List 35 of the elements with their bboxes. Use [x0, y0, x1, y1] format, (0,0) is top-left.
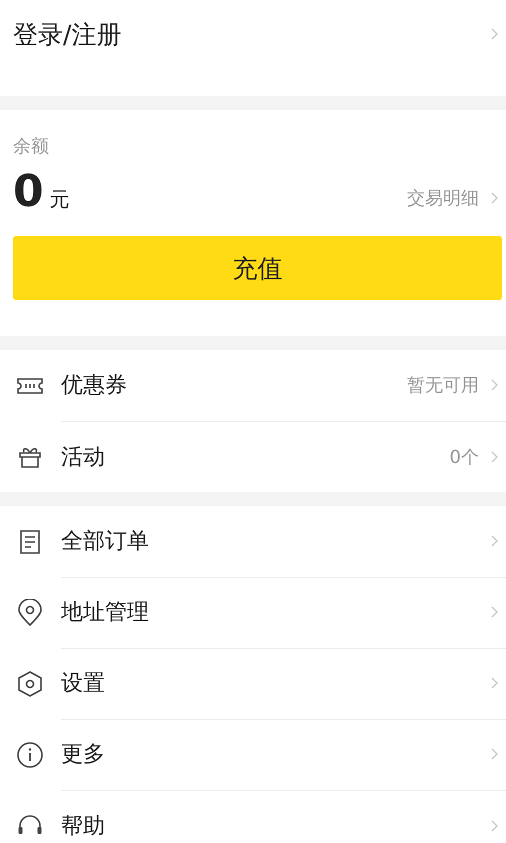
menu-item[interactable]: 帮助	[0, 790, 506, 843]
menu-item[interactable]: 优惠券 暂无可用	[0, 350, 506, 421]
menu-label: 帮助	[61, 812, 106, 840]
location-pin-icon	[17, 598, 43, 626]
chevron-icon	[491, 748, 498, 760]
menu-label: 设置	[61, 670, 106, 698]
recharge-button[interactable]: 充值	[13, 236, 502, 300]
menu-label: 地址管理	[61, 599, 150, 627]
menu-label: 更多	[61, 741, 106, 769]
document-icon	[18, 528, 42, 554]
chevron-icon	[491, 677, 498, 689]
chevron-icon	[491, 28, 498, 40]
menu-item[interactable]: 更多	[0, 719, 506, 790]
chevron-icon	[491, 450, 498, 462]
chevron-icon	[491, 606, 498, 618]
currency-unit: 元	[50, 187, 70, 211]
menu-label: 优惠券	[61, 372, 128, 400]
login-label: 登录/注册	[13, 18, 122, 50]
settings-icon	[17, 670, 43, 698]
info-icon	[16, 740, 44, 768]
menu-item[interactable]: 活动 0个	[0, 421, 506, 492]
balance-amount: 0	[13, 166, 44, 217]
menu-item[interactable]: 设置	[0, 648, 506, 719]
menu-label: 活动	[61, 444, 106, 472]
menu-label: 全部订单	[61, 528, 150, 556]
balance-label: 余额	[13, 135, 50, 158]
menu-item[interactable]: 地址管理	[0, 577, 506, 648]
menu-value: 0个	[450, 446, 479, 468]
chevron-icon	[491, 535, 498, 547]
chevron-icon	[491, 192, 498, 204]
chevron-icon	[491, 379, 498, 391]
menu-item[interactable]: 全部订单	[0, 506, 506, 577]
chevron-icon	[491, 820, 498, 832]
ticket-icon	[16, 376, 44, 396]
menu-value: 暂无可用	[407, 374, 479, 397]
